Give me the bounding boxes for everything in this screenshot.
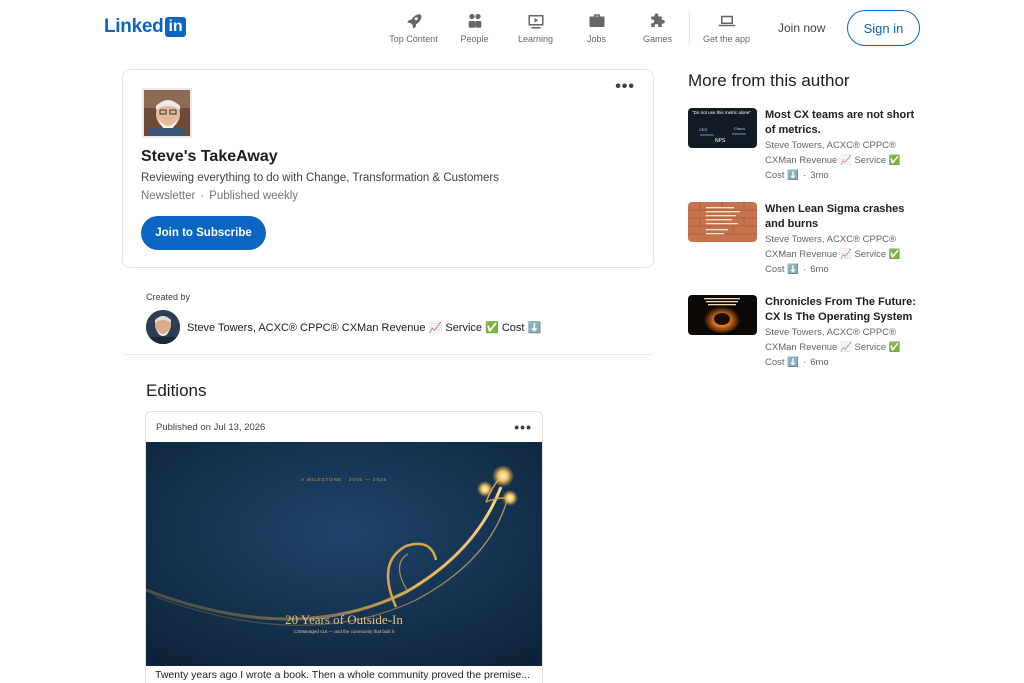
article-thumbnail: "Do not use this metric alone" CES Churn…	[688, 108, 757, 148]
article-text: Most CX teams are not short of metrics. …	[765, 108, 925, 183]
article-thumbnail-image	[688, 295, 757, 335]
avatar	[146, 310, 180, 344]
thumb-label-nps: NPS	[715, 138, 726, 144]
cover-title-text: 20 Years of Outside-In	[285, 612, 403, 627]
nav-learning[interactable]: Learning	[505, 12, 566, 44]
linkedin-logo[interactable]: Linked in	[104, 16, 186, 38]
edition-card[interactable]: Published on Jul 13, 2026 ••• A MILESTON…	[145, 411, 543, 683]
article-cost: Cost ⬇️	[765, 357, 800, 368]
nav-jobs[interactable]: Jobs	[566, 12, 627, 44]
article-thumbnail-image: "Do not use this metric alone" CES Churn…	[688, 108, 757, 148]
briefcase-icon	[589, 14, 604, 27]
thumb-label-churn: Churn	[734, 126, 745, 131]
rocket-icon	[406, 14, 421, 29]
article-author-line2: CXMan Revenue 📈 Service ✅	[765, 155, 901, 166]
nav-top-content[interactable]: Top Content	[383, 12, 444, 44]
section-divider	[122, 354, 654, 355]
newsletter-frequency: Published weekly	[209, 190, 299, 202]
edition-cover-image[interactable]: A MILESTONE · 2006 — 2026 20 Years of Ou…	[146, 442, 543, 666]
more-options-button[interactable]: •••	[615, 78, 635, 96]
nav-people-label: People	[460, 34, 489, 44]
laptop-icon	[718, 15, 735, 27]
meta-separator: ·	[803, 357, 807, 368]
newsletter-description: Reviewing everything to do with Change, …	[141, 172, 499, 184]
more-from-author-heading: More from this author	[688, 71, 850, 90]
meta-separator: ·	[200, 190, 205, 202]
edition-header: Published on Jul 13, 2026 •••	[146, 412, 542, 442]
join-now-button[interactable]: Join now	[768, 19, 835, 37]
author-photo	[146, 310, 180, 344]
article-title[interactable]: When Lean Sigma crashes and burns	[765, 202, 925, 232]
article-meta: Cost ⬇️ · 3mo	[765, 168, 925, 183]
article-meta: Cost ⬇️ · 6mo	[765, 262, 925, 277]
nav-get-the-app-label: Get the app	[702, 34, 751, 44]
newsletter-title: Steve's TakeAway	[141, 148, 278, 165]
nav-games[interactable]: Games	[627, 12, 688, 44]
edition-caption[interactable]: Twenty years ago I wrote a book. Then a …	[155, 669, 530, 681]
article-thumbnail-image	[688, 202, 757, 242]
article-author-line2: CXMan Revenue 📈 Service ✅	[765, 342, 901, 353]
thumb-label-ces: CES	[699, 127, 708, 132]
learning-icon	[528, 15, 543, 29]
logo-wordmark: Linked	[104, 16, 164, 37]
thumb-quote: "Do not use this metric alone"	[692, 110, 751, 115]
article-author-line1: Steve Towers, ACXC® CPPC®	[765, 327, 897, 338]
author-name: Steve Towers, ACXC® CPPC® CXMan Revenue …	[187, 321, 542, 334]
article-thumbnail	[688, 202, 757, 242]
article-text: When Lean Sigma crashes and burns Steve …	[765, 202, 925, 277]
cover-small-text: A MILESTONE · 2006 — 2026	[301, 477, 387, 482]
newsletter-logo	[142, 88, 192, 138]
newsletter-meta: Newsletter · Published weekly	[141, 190, 298, 202]
article-cost: Cost ⬇️	[765, 264, 800, 275]
newsletter-type: Newsletter	[141, 190, 196, 202]
edition-more-options-button[interactable]: •••	[514, 419, 532, 435]
meta-separator: ·	[803, 264, 807, 275]
article-title[interactable]: Chronicles From The Future: CX Is The Op…	[765, 295, 925, 325]
nav-learning-label: Learning	[517, 34, 554, 44]
article-age: 6mo	[810, 264, 829, 275]
join-to-subscribe-button[interactable]: Join to Subscribe	[141, 216, 266, 250]
article-age: 3mo	[810, 170, 829, 181]
sign-in-button[interactable]: Sign in	[847, 10, 920, 46]
article-author-line1: Steve Towers, ACXC® CPPC®	[765, 234, 897, 245]
nav-jobs-label: Jobs	[586, 34, 606, 44]
article-meta: Cost ⬇️ · 6mo	[765, 355, 925, 370]
newsletter-logo-image	[144, 90, 190, 136]
meta-separator: ·	[803, 170, 807, 181]
article-title[interactable]: Most CX teams are not short of metrics.	[765, 108, 925, 138]
article-age: 6mo	[810, 357, 829, 368]
people-icon	[468, 13, 481, 28]
created-by-label: Created by	[146, 292, 191, 302]
article-author-line2: CXMan Revenue 📈 Service ✅	[765, 249, 901, 260]
editions-heading: Editions	[146, 381, 207, 400]
main-nav: Top Content People Learning Jobs Games G…	[383, 12, 763, 44]
article-text: Chronicles From The Future: CX Is The Op…	[765, 295, 925, 370]
article-cost: Cost ⬇️	[765, 170, 800, 181]
cover-subtitle-text: CXManaged v16 — and the community that b…	[294, 629, 395, 634]
article-thumbnail	[688, 295, 757, 335]
author-link[interactable]: Steve Towers, ACXC® CPPC® CXMan Revenue …	[146, 310, 541, 344]
nav-games-label: Games	[642, 34, 672, 44]
newsletter-card: ••• Steve's TakeAway Reviewing everythin…	[122, 69, 654, 268]
top-navigation-bar: Linked in Top Content People Learning Jo…	[0, 0, 1024, 56]
nav-get-the-app[interactable]: Get the app	[689, 12, 763, 44]
nav-people[interactable]: People	[444, 12, 505, 44]
article-author-line1: Steve Towers, ACXC® CPPC®	[765, 140, 897, 151]
edition-date: Published on Jul 13, 2026	[156, 421, 266, 433]
puzzle-icon	[650, 13, 665, 27]
logo-in-box: in	[165, 17, 186, 37]
nav-top-content-label: Top Content	[389, 34, 438, 44]
